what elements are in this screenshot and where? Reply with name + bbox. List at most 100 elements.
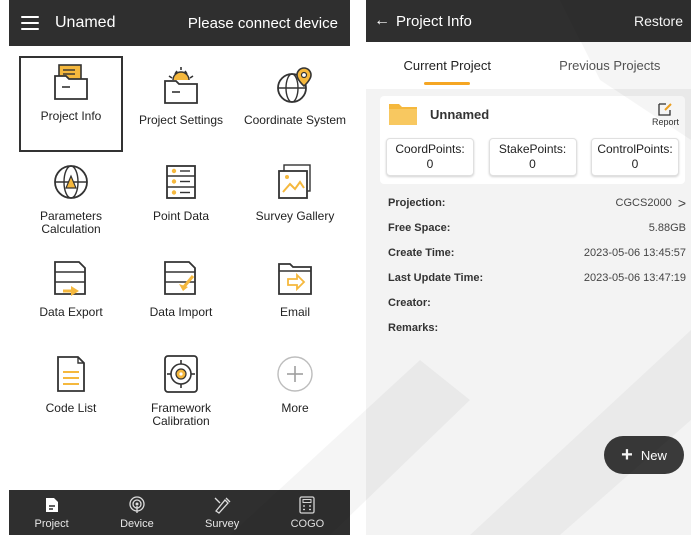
report-edit-icon bbox=[658, 102, 673, 116]
tile-data-export[interactable]: Data Export bbox=[19, 248, 123, 344]
chevron-right-icon: > bbox=[677, 194, 686, 211]
data-import-icon bbox=[164, 261, 196, 295]
new-label: New bbox=[640, 447, 667, 463]
tile-framework-calibration[interactable]: Framework Calibration bbox=[129, 344, 233, 440]
project-tabs: Current Project Previous Projects bbox=[366, 42, 691, 89]
info-label: Creator: bbox=[388, 296, 431, 309]
info-value: 5.88GB bbox=[648, 221, 686, 234]
projection-row[interactable]: Projection: CGCS2000 > bbox=[388, 190, 686, 215]
new-project-button[interactable]: + New bbox=[604, 436, 684, 474]
control-points-box[interactable]: ControlPoints: 0 bbox=[591, 138, 679, 176]
connect-device-status[interactable]: Please connect device bbox=[188, 15, 338, 32]
tile-label: Parameters Calculation bbox=[39, 209, 103, 236]
project-card: Unnamed Report CoordPoints: 0 StakePoint… bbox=[380, 96, 685, 184]
tile-label: Framework Calibration bbox=[150, 401, 211, 428]
tile-label: Code List bbox=[45, 401, 97, 415]
create-time-row: Create Time: 2023-05-06 13:45:57 bbox=[388, 240, 686, 265]
tile-label: Email bbox=[279, 305, 310, 319]
point-count: 0 bbox=[631, 157, 639, 171]
tile-label: Point Data bbox=[152, 209, 210, 223]
tile-project-settings[interactable]: Project Settings bbox=[129, 56, 233, 152]
email-export-icon bbox=[278, 263, 312, 295]
last-update-time-row: Last Update Time: 2023-05-06 13:47:19 bbox=[388, 265, 686, 290]
free-space-row: Free Space: 5.88GB bbox=[388, 215, 686, 240]
tab-current-project[interactable]: Current Project bbox=[366, 42, 529, 89]
coord-points-box[interactable]: CoordPoints: 0 bbox=[386, 138, 474, 176]
nav-label: Project bbox=[34, 518, 69, 530]
info-label: Last Update Time: bbox=[388, 271, 484, 284]
creator-row[interactable]: Creator: bbox=[388, 290, 686, 315]
report-button[interactable]: Report bbox=[652, 102, 679, 127]
nav-label: Survey bbox=[205, 518, 240, 530]
info-label: Remarks: bbox=[388, 321, 439, 334]
restore-button[interactable]: Restore bbox=[634, 13, 683, 29]
tile-label: Project Settings bbox=[138, 113, 224, 127]
point-label: StakePoints: bbox=[498, 142, 567, 156]
plus-circle-icon bbox=[277, 356, 313, 392]
project-info-list: Projection: CGCS2000 > Free Space: 5.88G… bbox=[388, 190, 686, 340]
tile-survey-gallery[interactable]: Survey Gallery bbox=[239, 152, 350, 248]
project-name: Unnamed bbox=[430, 106, 490, 122]
function-grid: Project Info Project Settings Coordinate… bbox=[9, 56, 350, 440]
page-title: Project Info bbox=[396, 12, 472, 30]
tile-data-import[interactable]: Data Import bbox=[129, 248, 233, 344]
target-calibration-icon bbox=[164, 355, 198, 393]
menu-icon[interactable] bbox=[21, 16, 39, 30]
project-info-screen: ← Project Info Restore Current Project P… bbox=[366, 0, 691, 535]
device-icon bbox=[129, 496, 145, 513]
data-export-icon bbox=[54, 261, 86, 296]
tile-email[interactable]: Email bbox=[239, 248, 350, 344]
tile-parameters-calculation[interactable]: Parameters Calculation bbox=[19, 152, 123, 248]
nav-cogo[interactable]: COGO bbox=[265, 490, 350, 535]
point-count: 0 bbox=[426, 157, 434, 171]
point-label: ControlPoints: bbox=[597, 142, 673, 156]
plus-icon: + bbox=[621, 444, 633, 466]
folder-icon bbox=[389, 104, 417, 125]
nav-project[interactable]: Project bbox=[9, 490, 94, 535]
tile-label: More bbox=[281, 401, 309, 415]
tile-more[interactable]: More bbox=[239, 344, 350, 440]
gallery-icon bbox=[278, 164, 311, 199]
nav-label: Device bbox=[120, 518, 154, 530]
nav-label: COGO bbox=[290, 518, 325, 530]
project-info-top-bar: ← Project Info Restore bbox=[366, 0, 691, 42]
back-arrow-icon[interactable]: ← bbox=[374, 12, 390, 30]
home-top-bar: Unamed Please connect device bbox=[9, 0, 350, 46]
tile-point-data[interactable]: Point Data bbox=[129, 152, 233, 248]
tile-coordinate-system[interactable]: Coordinate System bbox=[239, 56, 350, 152]
info-label: Create Time: bbox=[388, 246, 455, 259]
project-name-title: Unamed bbox=[55, 14, 116, 31]
tile-label: Project Info bbox=[40, 109, 102, 123]
code-list-icon bbox=[57, 356, 85, 392]
folder-doc-icon bbox=[54, 64, 88, 100]
bottom-navigation: Project Device Survey COGO bbox=[9, 490, 350, 535]
home-screen: Unamed Please connect device Project Inf… bbox=[9, 0, 350, 535]
nav-device[interactable]: Device bbox=[94, 490, 179, 535]
point-label: CoordPoints: bbox=[395, 142, 465, 156]
info-value: CGCS2000 bbox=[615, 196, 672, 209]
folder-gear-icon bbox=[164, 67, 198, 104]
report-label: Report bbox=[651, 116, 679, 127]
globe-pin-icon bbox=[277, 67, 312, 103]
globe-calc-icon bbox=[54, 165, 88, 199]
tile-code-list[interactable]: Code List bbox=[19, 344, 123, 440]
point-counts: CoordPoints: 0 StakePoints: 0 ControlPoi… bbox=[386, 138, 679, 176]
tile-label: Survey Gallery bbox=[255, 209, 335, 223]
info-label: Free Space: bbox=[388, 221, 451, 234]
info-value: 2023-05-06 13:45:57 bbox=[583, 246, 686, 259]
tile-label: Data Export bbox=[39, 305, 103, 319]
point-list-icon bbox=[166, 165, 196, 199]
survey-icon bbox=[214, 497, 231, 514]
project-icon bbox=[45, 498, 58, 512]
tab-previous-projects[interactable]: Previous Projects bbox=[529, 42, 691, 89]
point-count: 0 bbox=[529, 157, 536, 171]
tile-label: Coordinate System bbox=[243, 113, 347, 127]
nav-survey[interactable]: Survey bbox=[180, 490, 265, 535]
tile-project-info[interactable]: Project Info bbox=[19, 56, 123, 152]
tile-label: Data Import bbox=[149, 305, 213, 319]
stake-points-box[interactable]: StakePoints: 0 bbox=[488, 138, 577, 176]
info-label: Projection: bbox=[388, 196, 446, 209]
info-value: 2023-05-06 13:47:19 bbox=[583, 271, 686, 284]
remarks-row[interactable]: Remarks: bbox=[388, 315, 686, 340]
calculator-icon bbox=[299, 496, 316, 514]
